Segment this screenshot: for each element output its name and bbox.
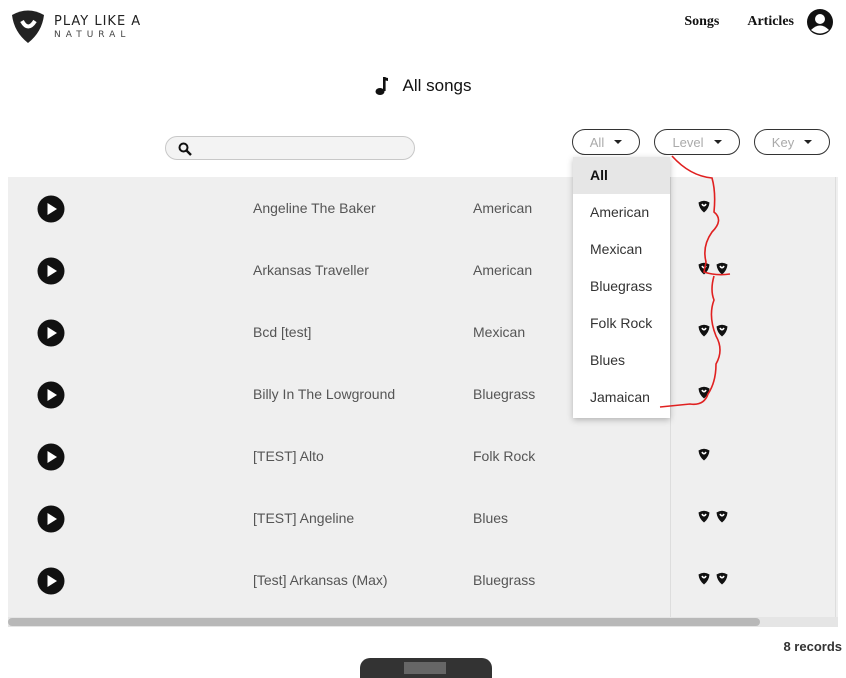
category-dropdown-menu: All American Mexican Bluegrass Folk Rock Blue… (573, 157, 670, 418)
chevron-down-icon (713, 140, 722, 144)
level-pick-icon (698, 448, 710, 461)
level-pick-icon (698, 510, 710, 523)
search-input[interactable] (165, 136, 415, 160)
song-genre: Folk Rock (473, 448, 536, 464)
dropdown-option[interactable]: Bluegrass (573, 268, 670, 305)
song-level (698, 386, 716, 399)
song-title[interactable]: Arkansas Traveller (253, 262, 369, 278)
play-icon[interactable] (37, 443, 65, 471)
level-pick-icon (698, 324, 710, 337)
song-genre: Blues (473, 510, 509, 526)
nav-songs-link[interactable]: Songs (684, 14, 719, 30)
level-pick-icon (698, 572, 710, 585)
user-avatar-icon[interactable] (806, 8, 834, 36)
page-title-text: All songs (402, 76, 472, 95)
music-note-icon (375, 77, 388, 95)
level-pick-icon (716, 324, 728, 337)
dropdown-option[interactable]: Jamaican (573, 379, 670, 416)
song-level (698, 510, 734, 523)
play-icon[interactable] (37, 195, 65, 223)
key-filter-value: Key (771, 134, 795, 150)
song-genre: American (473, 200, 533, 216)
top-nav: Songs Articles (684, 8, 834, 36)
play-icon[interactable] (37, 257, 65, 285)
level-pick-icon (698, 386, 710, 399)
play-icon[interactable] (37, 567, 65, 595)
play-icon[interactable] (37, 319, 65, 347)
chevron-down-icon (804, 140, 813, 144)
scrollbar-thumb[interactable] (8, 618, 760, 626)
pagination-current-page[interactable] (404, 662, 446, 674)
dropdown-option[interactable]: Blues (573, 342, 670, 379)
search-icon (178, 142, 192, 156)
dropdown-option[interactable]: Mexican (573, 231, 670, 268)
chevron-down-icon (614, 140, 623, 144)
song-title[interactable]: [TEST] Angeline (253, 510, 354, 526)
records-count: 8 records (783, 639, 842, 654)
dropdown-option[interactable]: All (573, 157, 670, 194)
level-pick-icon (716, 510, 728, 523)
song-genre: Mexican (473, 324, 526, 340)
song-title[interactable]: Angeline The Baker (253, 200, 376, 216)
table-row[interactable]: [TEST] Angeline Blues (8, 487, 838, 549)
table-row[interactable]: Billy In The Lowground Bluegrass (8, 363, 838, 425)
song-level (698, 448, 716, 461)
logo-text: PLAY LIKE A NATURAL (54, 15, 141, 40)
level-pick-icon (716, 572, 728, 585)
song-title[interactable]: Billy In The Lowground (253, 386, 395, 402)
table-row[interactable]: Bcd [test] Mexican (8, 301, 838, 363)
song-level (698, 262, 734, 275)
table-row[interactable]: [Test] Arkansas (Max) Bluegrass (8, 549, 838, 611)
song-title[interactable]: [TEST] Alto (253, 448, 324, 464)
song-level (698, 200, 716, 213)
category-filter-value: All (589, 134, 605, 150)
play-icon[interactable] (37, 505, 65, 533)
table-row[interactable]: [TEST] Alto Folk Rock (8, 425, 838, 487)
song-title[interactable]: [Test] Arkansas (Max) (253, 572, 388, 588)
category-filter-select[interactable]: All (572, 129, 640, 155)
level-pick-icon (716, 262, 728, 275)
logo[interactable]: PLAY LIKE A NATURAL (10, 10, 141, 44)
song-level (698, 572, 734, 585)
play-icon[interactable] (37, 381, 65, 409)
song-genre: American (473, 262, 533, 278)
song-genre: Bluegrass (473, 386, 536, 402)
level-pick-icon (698, 200, 710, 213)
song-level (698, 324, 734, 337)
guitar-pick-logo-icon (12, 10, 44, 43)
level-filter-value: Level (672, 134, 704, 150)
song-genre: Bluegrass (473, 572, 536, 588)
level-filter-select[interactable]: Level (654, 129, 740, 155)
logo-line1: PLAY LIKE A (54, 13, 142, 29)
table-row[interactable]: Arkansas Traveller American (8, 239, 838, 301)
logo-line2: NATURAL (54, 29, 131, 40)
level-pick-icon (698, 262, 710, 275)
key-filter-select[interactable]: Key (754, 129, 830, 155)
dropdown-option[interactable]: Folk Rock (573, 305, 670, 342)
dropdown-option[interactable]: American (573, 194, 670, 231)
song-title[interactable]: Bcd [test] (253, 324, 311, 340)
nav-articles-link[interactable]: Articles (747, 14, 794, 30)
page-title: All songs (0, 76, 846, 96)
table-row[interactable]: Angeline The Baker American (8, 177, 838, 239)
